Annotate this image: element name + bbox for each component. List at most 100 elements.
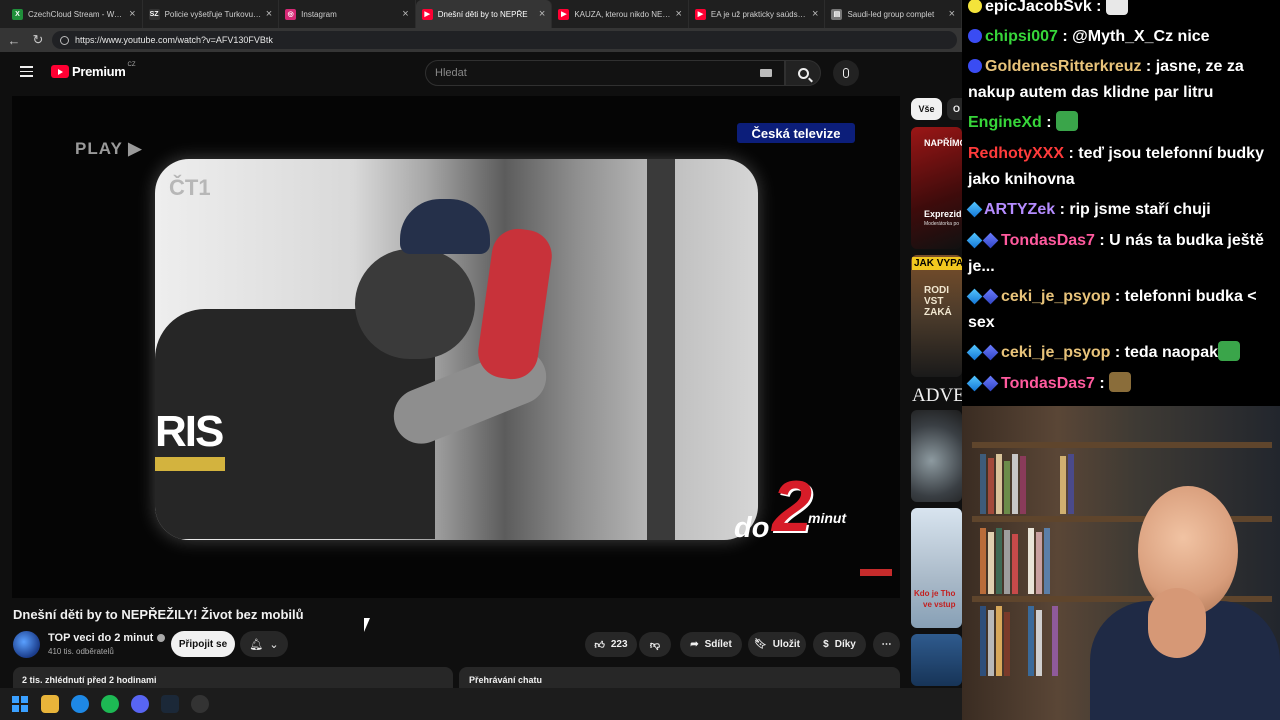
youtube-play-icon (51, 65, 69, 78)
chat-username: ARTYZek (984, 201, 1056, 218)
chat-message: ARTYZek : rip jsme staří chuji (966, 197, 1274, 223)
close-tab-icon[interactable]: × (949, 8, 955, 20)
browser-tab[interactable]: ▶ KAUZA, kterou nikdo NECHA × (552, 0, 689, 28)
share-label: Sdílet (704, 639, 732, 650)
tab-favicon-icon: X (12, 8, 23, 20)
close-tab-icon[interactable]: × (675, 8, 681, 20)
thumb-text: JAK VYPAD (912, 257, 962, 270)
spotify-icon[interactable] (101, 695, 119, 713)
edge-icon[interactable] (71, 695, 89, 713)
chat-username: EngineXd (968, 114, 1042, 131)
keyboard-icon[interactable] (760, 69, 772, 77)
chat-text: @Myth_X_Cz nice (1072, 28, 1210, 45)
ad-label: ADVE (912, 385, 965, 406)
thanks-button[interactable]: $ Díky (813, 632, 866, 657)
back-icon[interactable]: ← (6, 32, 22, 48)
video-player[interactable]: PLAY ▶ Česká televize ČT1 RIS 2 do minut (12, 96, 900, 598)
logo-text: Premium (72, 64, 126, 79)
browser-tab[interactable]: ▤ Saudi-led group complet × (825, 0, 963, 28)
chat-username: ceki_je_psyop (1001, 288, 1111, 305)
description-box[interactable]: 2 tis. zhlédnutí před 2 hodinami (13, 667, 453, 689)
file-explorer-icon[interactable] (41, 695, 59, 713)
youtube-logo[interactable]: Premium CZ (51, 61, 136, 79)
search-button[interactable] (785, 60, 821, 86)
chat-message: TondasDas7 : U nás ta budka ještě je... (966, 232, 1264, 275)
save-button[interactable]: 🔖︎ Uložit (748, 632, 806, 657)
search-placeholder: Hledat (435, 67, 467, 79)
like-count: 223 (610, 639, 628, 650)
thumb-text: NAPŘÍMO (924, 138, 962, 148)
chat-badge-icon (968, 0, 982, 13)
browser-tab[interactable]: SZ Policie vyšetřuje Turkovu nel × (143, 0, 280, 28)
url-field[interactable]: https://www.youtube.com/watch?v=AFV130FV… (52, 31, 957, 49)
bookshelf (972, 442, 1272, 448)
chat-replay-bar[interactable]: Přehrávání chatu (459, 667, 900, 689)
streamer-hand (1148, 588, 1206, 658)
tab-favicon-icon: ▤ (831, 8, 843, 20)
browser-tab[interactable]: X CzechCloud Stream - Watch × (6, 0, 143, 28)
join-button[interactable]: Připojit se (171, 631, 235, 657)
steam-icon[interactable] (161, 695, 179, 713)
bell-icon: 🔔︎ (249, 638, 264, 651)
more-actions-button[interactable]: ⋯ (873, 632, 900, 657)
dislike-button[interactable]: 👎︎ (639, 632, 671, 657)
recommended-thumbnail[interactable]: Kdo je Tho ve vstup (911, 508, 962, 628)
recommended-thumbnail[interactable]: NAPŘÍMO Exprezid Moderátorka po (911, 127, 962, 249)
close-tab-icon[interactable]: × (812, 8, 818, 20)
broadcaster-logo: Česká televize (737, 123, 855, 143)
reload-icon[interactable]: ↻ (30, 32, 46, 48)
video-meta: 2 tis. zhlédnutí před 2 hodinami (22, 675, 157, 685)
close-tab-icon[interactable]: × (266, 8, 272, 20)
recommended-thumbnail[interactable]: JAK VYPAD RODI VST ZAKÁ (911, 255, 962, 377)
chat-username: TondasDas7 (1001, 375, 1095, 392)
voice-search-button[interactable] (833, 60, 859, 86)
share-button[interactable]: ➦ Sdílet (680, 632, 742, 657)
url-text: https://www.youtube.com/watch?v=AFV130FV… (75, 35, 273, 45)
tab-title: Policie vyšetřuje Turkovu nel (164, 9, 262, 19)
microphone-icon (843, 68, 849, 78)
thumb-text: RODI VST ZAKÁ (924, 285, 952, 318)
channel-name-text: TOP veci do 2 minut (48, 632, 154, 644)
tab-favicon-icon: ▶ (421, 8, 433, 20)
site-info-icon[interactable] (60, 35, 69, 45)
like-button[interactable]: 👍︎ 223 (585, 632, 637, 657)
chat-emote-icon (1056, 111, 1078, 131)
chat-message: GoldenesRitterkreuz : jasne, ze za nakup… (968, 58, 1244, 101)
browser-tab[interactable]: ◎ Instagram × (279, 0, 416, 28)
sub-badge-icon (982, 288, 999, 305)
sub-badge-icon (966, 344, 983, 361)
mouse-cursor (364, 618, 376, 632)
chat-message: TondasDas7 : (966, 371, 1274, 397)
tab-favicon-icon: ▶ (694, 8, 706, 20)
shirt-stripe (155, 457, 225, 471)
discord-icon[interactable] (131, 695, 149, 713)
ct-corner-logo (860, 569, 892, 576)
logo-minut: minut (808, 510, 847, 526)
notifications-button[interactable]: 🔔︎ ⌄ (240, 631, 288, 657)
search-input[interactable]: Hledat (425, 60, 785, 86)
browser-tab[interactable]: ▶ EA je už prakticky saúdská. E × (689, 0, 826, 28)
thumb-text: Moderátorka po (924, 221, 960, 227)
chat-username: RedhotyXXX (968, 145, 1065, 162)
chip-all[interactable]: Vše (911, 98, 942, 120)
obs-icon[interactable] (191, 695, 209, 713)
thumbs-down-icon: 👎︎ (649, 639, 661, 651)
sub-badge-icon (966, 375, 983, 392)
windows-start-icon[interactable] (11, 695, 29, 713)
close-tab-icon[interactable]: × (539, 8, 545, 20)
share-icon: ➦ (690, 639, 699, 650)
chat-badge-icon (968, 29, 982, 43)
recommended-thumbnail[interactable] (911, 410, 962, 502)
browser-tab[interactable]: ▶ Dnešní děti by to NEPŘE × (415, 0, 553, 28)
menu-icon[interactable] (20, 66, 33, 77)
close-tab-icon[interactable]: × (129, 8, 135, 20)
channel-avatar[interactable] (13, 631, 40, 658)
sub-badge-icon (966, 201, 983, 218)
country-code: CZ (127, 61, 136, 68)
recommended-thumbnail[interactable] (911, 634, 962, 686)
webcam-feed (962, 406, 1280, 720)
tab-title: Dnešní děti by to NEPŘE (437, 9, 528, 19)
close-tab-icon[interactable]: × (402, 8, 408, 20)
channel-name[interactable]: TOP veci do 2 minut (48, 632, 166, 644)
tab-favicon-icon: ◎ (285, 8, 297, 20)
